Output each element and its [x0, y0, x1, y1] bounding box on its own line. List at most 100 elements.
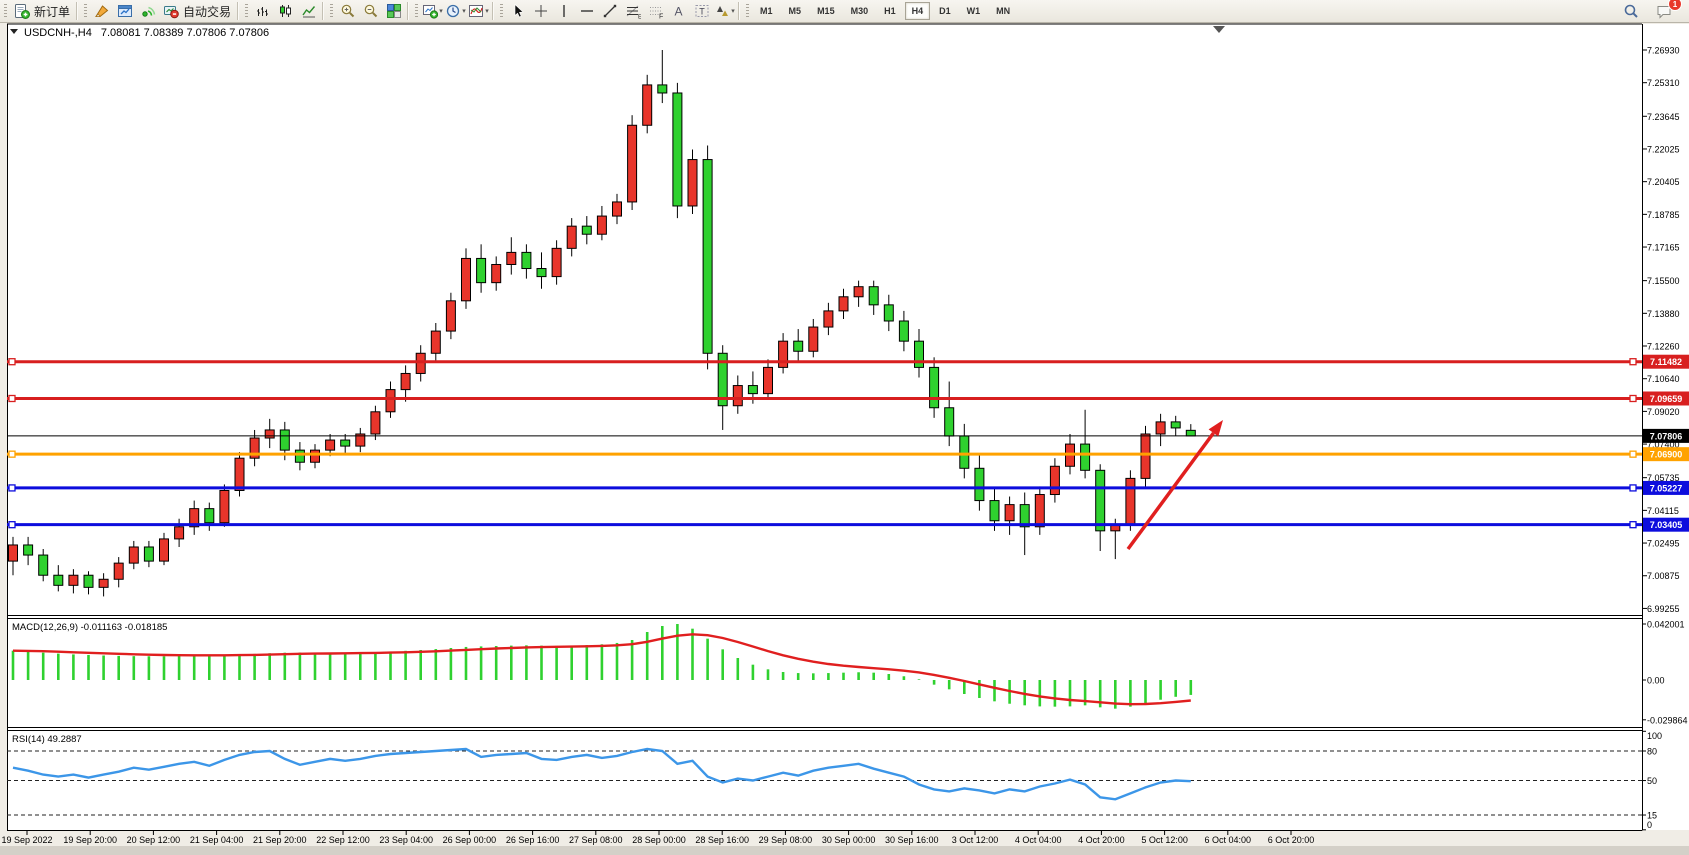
- horizontal-line-button[interactable]: [575, 1, 598, 21]
- grid-button[interactable]: F: [644, 1, 667, 21]
- cursor-button[interactable]: [506, 1, 529, 21]
- toolbar: 新订单自动交易▾▾▾EFAT▾M1M5M15M30H1H4D1W1MN1: [0, 0, 1689, 23]
- new-order-icon: [14, 3, 30, 19]
- highlighter-button[interactable]: [90, 1, 113, 21]
- svg-text:7.18785: 7.18785: [1647, 210, 1680, 220]
- timeframe-mn-button[interactable]: MN: [989, 2, 1017, 20]
- window-bottom-edge: [0, 846, 1689, 855]
- text-button[interactable]: A: [667, 1, 690, 21]
- signal-button[interactable]: [136, 1, 159, 21]
- tile-windows-icon: [386, 3, 402, 19]
- toolbar-grip[interactable]: [84, 4, 87, 19]
- svg-text:19 Sep 20:00: 19 Sep 20:00: [63, 835, 117, 845]
- svg-text:E: E: [638, 15, 641, 20]
- search-button[interactable]: [1619, 1, 1642, 21]
- new-chart-button[interactable]: ▾: [421, 1, 444, 21]
- timeframe-m1-button[interactable]: M1: [753, 2, 780, 20]
- chevron-down-icon[interactable]: ▾: [439, 7, 443, 15]
- chart-window-icon: [117, 3, 133, 19]
- chart-window-button[interactable]: [113, 1, 136, 21]
- zoom-in-button[interactable]: [336, 1, 359, 21]
- toolbar-grip[interactable]: [415, 4, 418, 19]
- svg-text:7.03405: 7.03405: [1650, 520, 1683, 530]
- svg-text:4 Oct 04:00: 4 Oct 04:00: [1015, 835, 1062, 845]
- line-chart-icon: [301, 3, 317, 19]
- chevron-down-icon[interactable]: ▾: [485, 7, 489, 15]
- svg-text:-0.029864: -0.029864: [1647, 715, 1688, 725]
- candle-chart-icon: [278, 3, 294, 19]
- timeframe-m5-button[interactable]: M5: [782, 2, 809, 20]
- bar-chart-button[interactable]: [251, 1, 274, 21]
- chart-title: USDCNH-,H47.08081 7.08389 7.07806 7.0780…: [24, 27, 269, 39]
- search-icon: [1623, 3, 1639, 19]
- svg-text:7.02495: 7.02495: [1647, 539, 1680, 549]
- svg-text:21 Sep 20:00: 21 Sep 20:00: [253, 835, 307, 845]
- mt4-window: 新订单自动交易▾▾▾EFAT▾M1M5M15M30H1H4D1W1MN1 7.2…: [0, 0, 1689, 855]
- svg-text:5 Oct 12:00: 5 Oct 12:00: [1141, 835, 1188, 845]
- chart-window[interactable]: 7.269307.253107.236457.220257.204057.187…: [0, 0, 1689, 855]
- text-label-button[interactable]: T: [690, 1, 713, 21]
- svg-text:7.11482: 7.11482: [1650, 357, 1682, 367]
- zoom-out-button[interactable]: [359, 1, 382, 21]
- new-order-label: 新订单: [34, 3, 70, 20]
- trendline-icon: [602, 3, 618, 19]
- svg-text:28 Sep 16:00: 28 Sep 16:00: [695, 835, 749, 845]
- fibonacci-button[interactable]: E: [621, 1, 644, 21]
- svg-text:6 Oct 04:00: 6 Oct 04:00: [1205, 835, 1252, 845]
- svg-text:7.10640: 7.10640: [1647, 374, 1680, 384]
- timeframe-m30-button[interactable]: M30: [844, 2, 876, 20]
- crosshair-button[interactable]: [529, 1, 552, 21]
- arrows-button[interactable]: ▾: [713, 1, 736, 21]
- svg-text:7.05227: 7.05227: [1650, 483, 1683, 493]
- candle-chart-button[interactable]: [274, 1, 297, 21]
- trendline-button[interactable]: [598, 1, 621, 21]
- svg-text:6.99255: 6.99255: [1647, 604, 1680, 614]
- svg-text:0.042001: 0.042001: [1647, 620, 1685, 630]
- chevron-down-icon[interactable]: ▾: [462, 7, 466, 15]
- svg-text:0: 0: [1647, 820, 1652, 830]
- svg-text:7.17165: 7.17165: [1647, 243, 1680, 253]
- svg-text:7.00875: 7.00875: [1647, 571, 1680, 581]
- vertical-line-button[interactable]: [552, 1, 575, 21]
- timeframe-w1-button[interactable]: W1: [960, 2, 988, 20]
- horizontal-line-icon: [579, 3, 595, 19]
- svg-text:80: 80: [1647, 747, 1657, 757]
- timeframe-h4-button[interactable]: H4: [905, 2, 931, 20]
- svg-text:3 Oct 12:00: 3 Oct 12:00: [952, 835, 999, 845]
- new-order-button[interactable]: [10, 1, 33, 21]
- toolbar-grip[interactable]: [245, 4, 248, 19]
- auto-trading-button[interactable]: [159, 1, 182, 21]
- zoom-out-icon: [363, 3, 379, 19]
- macd-label: MACD(12,26,9) -0.011163 -0.018185: [12, 622, 167, 633]
- svg-text:30 Sep 16:00: 30 Sep 16:00: [885, 835, 939, 845]
- template-button[interactable]: ▾: [467, 1, 490, 21]
- svg-text:7.15500: 7.15500: [1647, 276, 1680, 286]
- fibonacci-icon: E: [625, 3, 641, 19]
- toolbar-grip[interactable]: [4, 4, 7, 19]
- svg-text:26 Sep 16:00: 26 Sep 16:00: [506, 835, 560, 845]
- svg-text:F: F: [659, 14, 663, 20]
- svg-text:7.04115: 7.04115: [1647, 506, 1679, 516]
- cursor-icon: [510, 3, 526, 19]
- svg-text:7.25310: 7.25310: [1647, 78, 1680, 88]
- toolbar-separator: [322, 2, 324, 20]
- svg-text:7.09659: 7.09659: [1650, 394, 1683, 404]
- toolbar-grip[interactable]: [746, 4, 749, 19]
- notifications-button[interactable]: 1: [1652, 1, 1675, 21]
- timeframe-h1-button[interactable]: H1: [877, 2, 903, 20]
- timeframe-d1-button[interactable]: D1: [932, 2, 958, 20]
- toolbar-grip[interactable]: [330, 4, 333, 19]
- svg-text:50: 50: [1647, 776, 1657, 786]
- zoom-in-icon: [340, 3, 356, 19]
- notification-badge: 1: [1668, 0, 1682, 11]
- svg-text:A: A: [674, 5, 682, 19]
- toolbar-grip[interactable]: [500, 4, 503, 19]
- vertical-line-icon: [556, 3, 572, 19]
- line-chart-button[interactable]: [297, 1, 320, 21]
- timeframe-m15-button[interactable]: M15: [810, 2, 842, 20]
- period-button[interactable]: ▾: [444, 1, 467, 21]
- chevron-down-icon[interactable]: ▾: [731, 7, 735, 15]
- svg-text:7.23645: 7.23645: [1647, 112, 1680, 122]
- tile-windows-button[interactable]: [382, 1, 405, 21]
- svg-text:23 Sep 04:00: 23 Sep 04:00: [379, 835, 433, 845]
